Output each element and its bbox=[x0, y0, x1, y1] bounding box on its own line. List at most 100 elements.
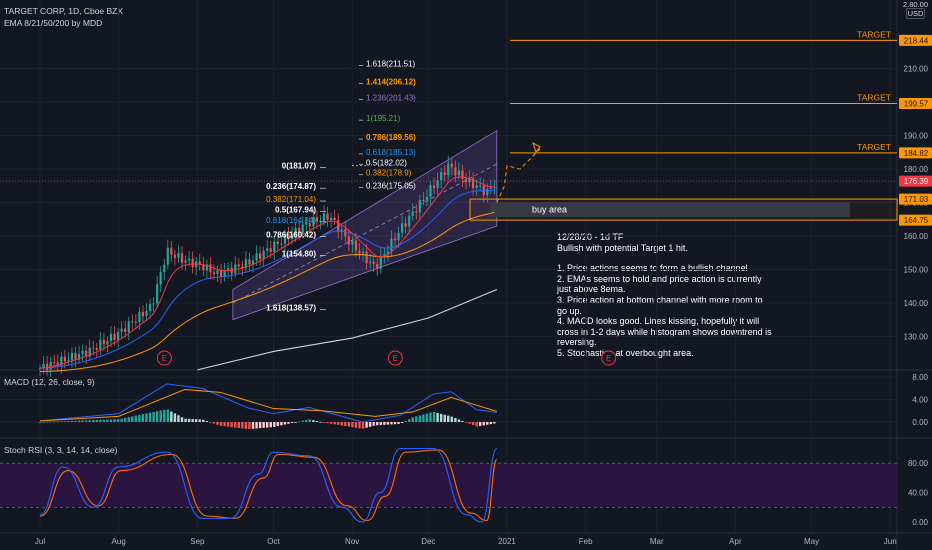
candle-body bbox=[262, 250, 265, 259]
candle-body bbox=[184, 260, 187, 263]
candle-body bbox=[188, 258, 191, 261]
histogram-bar bbox=[258, 422, 262, 429]
fib-label: 0.236(174.87) bbox=[266, 182, 316, 191]
histogram-bar bbox=[386, 422, 390, 425]
histogram-bar bbox=[337, 422, 340, 425]
histogram-bar bbox=[180, 417, 184, 422]
x-tick-label: Sep bbox=[190, 537, 205, 546]
histogram-bar bbox=[358, 422, 361, 429]
histogram-bar bbox=[379, 422, 382, 426]
candle-body bbox=[219, 270, 223, 277]
histogram-bar bbox=[351, 422, 354, 428]
candle-body bbox=[372, 261, 375, 265]
candle-body bbox=[432, 185, 436, 189]
candle-body bbox=[191, 258, 194, 268]
histogram-bar bbox=[290, 422, 294, 423]
candle-body bbox=[369, 261, 372, 264]
candle-body bbox=[322, 213, 326, 221]
candle-body bbox=[486, 188, 489, 195]
histogram-bar bbox=[305, 419, 308, 422]
candle-body bbox=[440, 172, 443, 181]
candle-body bbox=[124, 328, 127, 333]
candle-body bbox=[259, 253, 262, 259]
histogram-bar bbox=[56, 421, 59, 423]
histogram-bar bbox=[397, 422, 400, 424]
candle-body bbox=[159, 272, 162, 285]
y-tick-label: 8.00 bbox=[912, 373, 928, 382]
candle-body bbox=[330, 217, 333, 221]
candle-body bbox=[156, 284, 159, 304]
y-tick-label: 180.00 bbox=[904, 165, 929, 174]
histogram-bar bbox=[159, 410, 162, 422]
candle-body bbox=[461, 170, 464, 180]
histogram-bar bbox=[191, 419, 194, 422]
histogram-bar bbox=[262, 422, 265, 428]
histogram-bar bbox=[422, 414, 425, 422]
histogram-bar bbox=[269, 422, 272, 428]
price-chart[interactable]: Jul Aug Sep Oct Nov Dec 2021 Feb Mar Apr May Jun 210… bbox=[0, 0, 932, 550]
x-tick-label: Mar bbox=[650, 537, 664, 546]
price-axis-tag-label: 199.57 bbox=[904, 100, 929, 109]
histogram-bar bbox=[120, 418, 123, 422]
candle-body bbox=[180, 253, 184, 263]
histogram-bar bbox=[347, 422, 351, 427]
histogram-bar bbox=[482, 422, 485, 426]
fib-label: 1.618(138.57) bbox=[266, 304, 316, 313]
target-label: TARGET bbox=[857, 29, 891, 39]
candle-body bbox=[216, 270, 219, 275]
y-tick-label: 0.00 bbox=[912, 418, 928, 427]
candle-body bbox=[53, 361, 56, 363]
candle-body bbox=[212, 272, 216, 275]
histogram-bar bbox=[450, 416, 453, 422]
y-tick-label: 140.00 bbox=[904, 299, 929, 308]
x-tick-label: Nov bbox=[345, 537, 359, 546]
histogram-bar bbox=[184, 418, 187, 422]
histogram-bar bbox=[312, 420, 315, 422]
x-tick-label: Feb bbox=[579, 537, 593, 546]
histogram-bar bbox=[248, 422, 251, 430]
candle-body bbox=[280, 243, 283, 245]
histogram-bar bbox=[372, 422, 375, 426]
histogram-bar bbox=[84, 420, 88, 422]
earnings-marker-label: E bbox=[606, 354, 611, 363]
histogram-bar bbox=[70, 420, 74, 422]
y-tick-label: 190.00 bbox=[904, 132, 929, 141]
candle-body bbox=[404, 223, 407, 227]
candle-body bbox=[109, 333, 113, 342]
candle-body bbox=[113, 333, 116, 340]
candle-body bbox=[326, 213, 329, 221]
fib-ext-label: 0.382(178.9) bbox=[366, 169, 412, 178]
histogram-bar bbox=[53, 421, 56, 423]
candle-body bbox=[408, 215, 411, 227]
fib-ext-label: 0.786(189.56) bbox=[366, 133, 416, 142]
histogram-bar bbox=[173, 413, 177, 422]
histogram-bar bbox=[283, 422, 287, 425]
candle-body bbox=[422, 199, 425, 201]
candle-body bbox=[361, 251, 365, 254]
price-axis-tag-label: 184.82 bbox=[904, 149, 929, 158]
histogram-bar bbox=[479, 422, 482, 426]
histogram-bar bbox=[67, 420, 70, 422]
candle-body bbox=[145, 310, 148, 317]
histogram-bar bbox=[454, 418, 457, 422]
candle-body bbox=[237, 264, 240, 267]
candle-body bbox=[117, 331, 120, 340]
histogram-bar bbox=[124, 417, 127, 422]
histogram-bar bbox=[152, 411, 155, 422]
histogram-bar bbox=[390, 422, 393, 425]
x-tick-label: Jul bbox=[35, 537, 45, 546]
candle-body bbox=[418, 199, 421, 213]
candle-body bbox=[163, 264, 166, 273]
fib-label: 0.786(160.42) bbox=[266, 231, 316, 240]
histogram-bar bbox=[155, 411, 159, 422]
candle-body bbox=[134, 322, 137, 324]
histogram-bar bbox=[63, 421, 67, 422]
candle-body bbox=[450, 163, 453, 168]
candle-body bbox=[127, 321, 130, 333]
histogram-bar bbox=[468, 422, 471, 424]
candle-body bbox=[390, 238, 393, 252]
fib-ext-label: 0.618(185.13) bbox=[366, 148, 416, 157]
histogram-bar bbox=[102, 419, 106, 422]
y-tick-label: 40.00 bbox=[908, 489, 929, 498]
histogram-bar bbox=[145, 413, 148, 422]
